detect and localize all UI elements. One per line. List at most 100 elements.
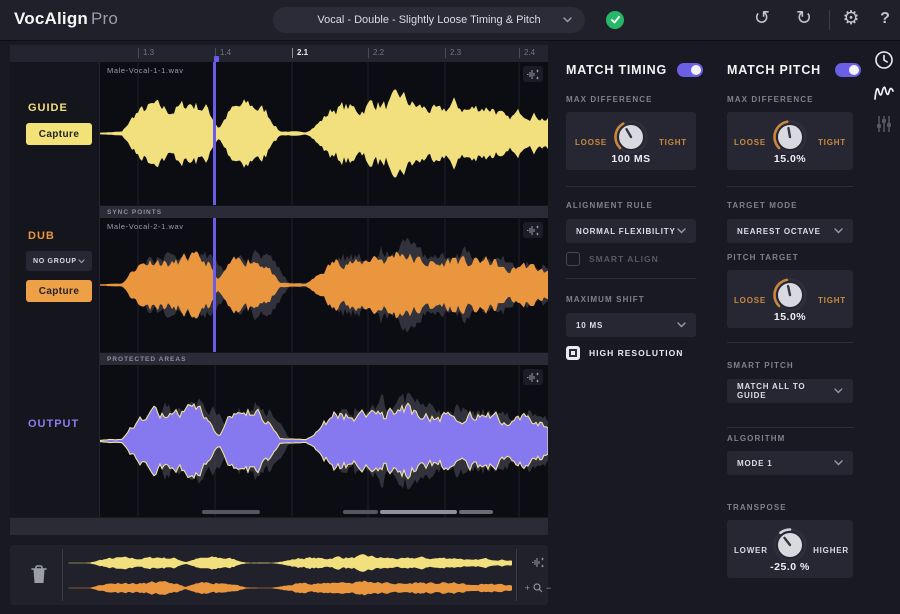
smart-pitch-dropdown[interactable]: MATCH ALL TO GUIDE	[727, 379, 853, 403]
brand-name: VocAlign	[14, 9, 89, 28]
pitch-max-difference-value: 15.0%	[773, 153, 807, 165]
guide-waveform-display[interactable]: Male-Vocal-1-1.wav	[100, 62, 548, 205]
dub-playhead[interactable]	[213, 218, 216, 352]
algorithm-dropdown[interactable]: MODE 1	[727, 451, 853, 475]
pitch-target-knob-box: LOOSE TIGHT 15.0%	[727, 270, 853, 328]
zoom-minus-label: −	[546, 583, 552, 593]
help-icon[interactable]: ?	[872, 6, 898, 32]
chevron-down-icon	[677, 228, 686, 234]
maximum-shift-dropdown[interactable]: 10 MS	[566, 313, 696, 337]
section-divider	[727, 186, 853, 187]
overview-guide-waveform[interactable]	[68, 551, 512, 575]
match-timing-title: MATCH TIMING	[566, 63, 668, 77]
smart-align-label: SMART ALIGN	[589, 254, 659, 264]
mixer-sliders-icon[interactable]	[872, 112, 896, 136]
output-waveform	[100, 365, 548, 517]
sync-points-bar[interactable]: SYNC POINTS	[100, 205, 548, 218]
target-mode-dropdown[interactable]: NEAREST OCTAVE	[727, 219, 853, 243]
output-track-header: OUTPUT	[10, 352, 100, 517]
edit-region-bar[interactable]	[202, 510, 260, 514]
maximum-shift-value: 10 MS	[576, 320, 604, 330]
dub-waveform-display[interactable]: Male-Vocal-2-1.wav	[100, 218, 548, 352]
dub-autoscale-icon[interactable]	[523, 222, 543, 238]
pitch-curve-icon[interactable]	[872, 80, 896, 104]
guide-capture-button[interactable]: Capture	[26, 123, 92, 145]
dub-capture-button[interactable]: Capture	[26, 280, 92, 302]
timeline-ruler[interactable]: 1.3 1.4 2.1 2.2 2.3 2.4	[10, 45, 548, 63]
pitch-target-knob[interactable]	[770, 275, 810, 315]
algorithm-label: ALGORITHM	[727, 434, 786, 443]
protected-areas-bar[interactable]: PROTECTED AREAS	[100, 352, 548, 365]
match-pitch-toggle[interactable]	[835, 63, 861, 77]
ruler-tick: 2.1	[292, 48, 308, 58]
section-divider	[727, 427, 853, 428]
guide-autoscale-icon[interactable]	[523, 66, 543, 82]
guide-playhead[interactable]	[213, 62, 216, 205]
dub-group-dropdown[interactable]: NO GROUP	[26, 251, 92, 271]
smart-pitch-value: MATCH ALL TO GUIDE	[737, 382, 806, 400]
smart-align-checkbox[interactable]: SMART ALIGN	[566, 252, 659, 266]
alignment-rule-dropdown[interactable]: NORMAL FLEXIBILITY	[566, 219, 696, 243]
top-bar: VocAlign Pro Vocal - Double - Slightly Lo…	[0, 0, 900, 41]
protected-areas-label: PROTECTED AREAS	[107, 356, 187, 363]
redo-icon[interactable]: ↻	[791, 6, 817, 32]
zoom-icon[interactable]: + −	[524, 580, 552, 596]
output-waveform-display[interactable]	[100, 365, 548, 517]
chevron-down-icon	[78, 258, 85, 263]
preset-dropdown[interactable]: Vocal - Double - Slightly Loose Timing &…	[273, 7, 585, 33]
dub-track-label: DUB	[28, 230, 55, 242]
guide-track-header: GUIDE Capture	[10, 62, 100, 205]
overview-autoscale-icon[interactable]	[524, 554, 552, 570]
match-pitch-panel: MATCH PITCH MAX DIFFERENCE LOOSE TIGHT 1…	[727, 45, 861, 590]
app-logo: VocAlign Pro	[14, 9, 118, 29]
edit-region-bar[interactable]	[343, 510, 378, 514]
guide-file-name: Male-Vocal-1-1.wav	[107, 66, 184, 75]
alignment-rule-value: NORMAL FLEXIBILITY	[576, 226, 676, 236]
chevron-down-icon	[677, 322, 686, 328]
ruler-tick: 2.2	[368, 48, 384, 58]
gear-icon[interactable]: ⚙	[838, 6, 864, 32]
transpose-knob-box: LOWER HIGHER -25.0 %	[727, 520, 853, 578]
tight-label: TIGHT	[818, 138, 846, 147]
output-track-label: OUTPUT	[28, 418, 80, 430]
match-timing-toggle[interactable]	[677, 63, 703, 77]
guide-waveform	[100, 62, 548, 205]
sync-points-label: SYNC POINTS	[107, 209, 163, 216]
transpose-value: -25.0 %	[770, 561, 810, 573]
match-pitch-title: MATCH PITCH	[727, 63, 821, 77]
high-resolution-checkbox[interactable]: HIGH RESOLUTION	[566, 346, 683, 360]
waveform-panel: 1.3 1.4 2.1 2.2 2.3 2.4 GUIDE Capture Male-Vo…	[10, 45, 548, 535]
section-divider	[566, 278, 696, 279]
overview-dub-waveform[interactable]	[68, 576, 512, 600]
dub-waveform	[100, 218, 548, 352]
brand-suffix: Pro	[91, 9, 119, 28]
trash-icon[interactable]	[28, 563, 50, 592]
zoom-plus-label: +	[524, 583, 530, 593]
timing-max-difference-knob[interactable]	[611, 117, 651, 157]
dub-file-name: Male-Vocal-2-1.wav	[107, 222, 184, 231]
chevron-down-icon	[563, 17, 572, 23]
undo-icon[interactable]: ↺	[749, 6, 775, 32]
horizontal-scrollbar[interactable]	[10, 517, 548, 535]
edit-region-bar[interactable]	[459, 510, 493, 514]
smart-pitch-label: SMART PITCH	[727, 361, 794, 370]
loose-label: LOOSE	[734, 296, 767, 305]
output-autoscale-icon[interactable]	[523, 369, 543, 385]
section-divider	[727, 342, 853, 343]
lower-label: LOWER	[734, 546, 768, 555]
ruler-tick: 2.4	[519, 48, 535, 58]
higher-label: HIGHER	[813, 546, 849, 555]
timing-view-clock-icon[interactable]	[872, 48, 896, 72]
chevron-down-icon	[834, 388, 843, 394]
match-timing-panel: MATCH TIMING MAX DIFFERENCE LOOSE TIGHT …	[566, 45, 703, 590]
maximum-shift-label: MAXIMUM SHIFT	[566, 295, 645, 304]
overview-divider	[62, 549, 63, 601]
transpose-knob[interactable]	[770, 525, 810, 565]
algorithm-value: MODE 1	[737, 458, 773, 468]
high-resolution-label: HIGH RESOLUTION	[589, 348, 684, 358]
pitch-max-difference-knob[interactable]	[770, 117, 810, 157]
edit-region-bar[interactable]	[380, 510, 457, 514]
transpose-label: TRANSPOSE	[727, 503, 787, 512]
topbar-divider	[829, 10, 830, 30]
ruler-tick: 1.3	[138, 48, 154, 58]
